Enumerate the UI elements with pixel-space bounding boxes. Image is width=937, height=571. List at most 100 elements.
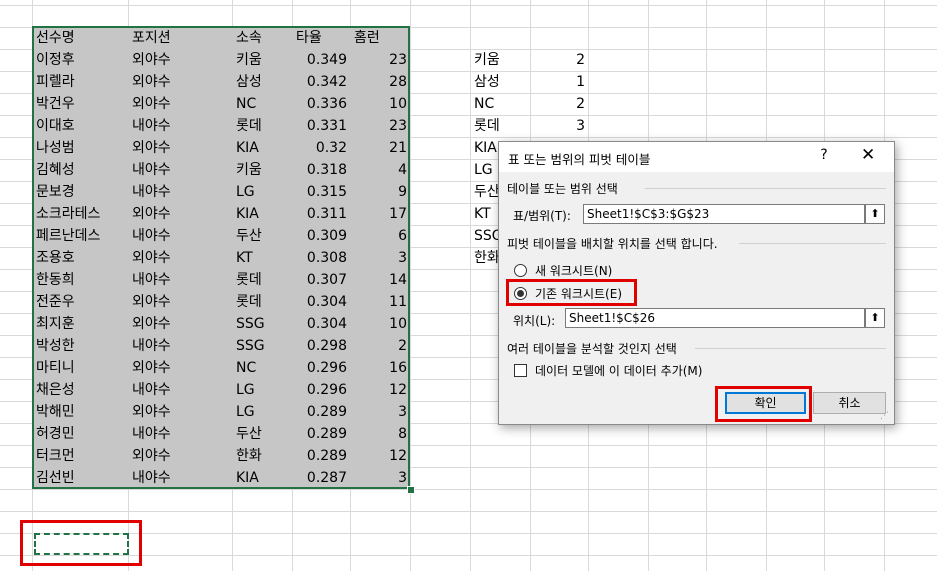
range-input[interactable]: Sheet1!$C$3:$G$23 <box>583 204 865 224</box>
cell-player[interactable]: 채은성 <box>32 379 128 401</box>
cell-team[interactable]: LG <box>232 379 292 401</box>
cell-team[interactable]: 키움 <box>232 49 292 71</box>
cell-avg[interactable]: 0.336 <box>292 93 350 115</box>
cell-player[interactable]: 박성한 <box>32 335 128 357</box>
cell-hr[interactable]: 4 <box>350 159 410 181</box>
cell-position[interactable]: 외야수 <box>128 137 232 159</box>
team-count-cell[interactable]: 1 <box>530 71 588 93</box>
cell-team[interactable]: 한화 <box>232 445 292 467</box>
cell-team[interactable]: 롯데 <box>232 269 292 291</box>
new-worksheet-radio[interactable] <box>514 264 527 277</box>
cell-player[interactable]: 문보경 <box>32 181 128 203</box>
cell-player[interactable]: 이대호 <box>32 115 128 137</box>
cell-hr[interactable]: 28 <box>350 71 410 93</box>
cell-position[interactable]: 외야수 <box>128 203 232 225</box>
data-model-label[interactable]: 데이터 모델에 이 데이터 추가(M) <box>535 362 702 379</box>
cell-hr[interactable]: 3 <box>350 401 410 423</box>
cell-hr[interactable]: 3 <box>350 467 410 489</box>
cell-team[interactable]: LG <box>232 181 292 203</box>
cell-avg[interactable]: 0.309 <box>292 225 350 247</box>
cell-avg[interactable]: 0.289 <box>292 445 350 467</box>
header-cell-team[interactable]: 소속 <box>232 27 292 49</box>
cell-team[interactable]: KT <box>232 247 292 269</box>
cell-position[interactable]: 내야수 <box>128 115 232 137</box>
cell-player[interactable]: 터크먼 <box>32 445 128 467</box>
team-name-cell[interactable]: 삼성 <box>470 71 530 93</box>
cell-player[interactable]: 김혜성 <box>32 159 128 181</box>
cell-position[interactable]: 외야수 <box>128 93 232 115</box>
cell-hr[interactable]: 14 <box>350 269 410 291</box>
cell-hr[interactable]: 10 <box>350 313 410 335</box>
cell-player[interactable]: 나성범 <box>32 137 128 159</box>
team-count-cell[interactable]: 3 <box>530 115 588 137</box>
cell-team[interactable]: 롯데 <box>232 115 292 137</box>
cell-avg[interactable]: 0.287 <box>292 467 350 489</box>
cell-avg[interactable]: 0.304 <box>292 313 350 335</box>
cell-hr[interactable]: 8 <box>350 423 410 445</box>
team-name-cell[interactable]: 키움 <box>470 49 530 71</box>
cell-position[interactable]: 외야수 <box>128 247 232 269</box>
cell-team[interactable]: 키움 <box>232 159 292 181</box>
header-cell-hr[interactable]: 홈런 <box>350 27 410 49</box>
cell-hr[interactable]: 3 <box>350 247 410 269</box>
cell-avg[interactable]: 0.331 <box>292 115 350 137</box>
header-cell-avg[interactable]: 타율 <box>292 27 350 49</box>
cell-avg[interactable]: 0.296 <box>292 357 350 379</box>
cell-team[interactable]: SSG <box>232 335 292 357</box>
cell-position[interactable]: 내야수 <box>128 269 232 291</box>
range-collapse-button[interactable]: ⬆ <box>865 204 885 224</box>
cell-hr[interactable]: 21 <box>350 137 410 159</box>
cell-team[interactable]: KIA <box>232 137 292 159</box>
cell-position[interactable]: 외야수 <box>128 49 232 71</box>
location-collapse-button[interactable]: ⬆ <box>865 308 885 328</box>
cell-avg[interactable]: 0.308 <box>292 247 350 269</box>
cell-position[interactable]: 외야수 <box>128 401 232 423</box>
resize-grip-icon[interactable]: ⋰ <box>880 410 892 422</box>
cell-avg[interactable]: 0.318 <box>292 159 350 181</box>
cell-position[interactable]: 외야수 <box>128 357 232 379</box>
cell-avg[interactable]: 0.307 <box>292 269 350 291</box>
cancel-button[interactable]: 취소 <box>813 392 886 414</box>
cell-player[interactable]: 김선빈 <box>32 467 128 489</box>
cell-player[interactable]: 한동희 <box>32 269 128 291</box>
cell-hr[interactable]: 12 <box>350 445 410 467</box>
cell-avg[interactable]: 0.304 <box>292 291 350 313</box>
cell-player[interactable]: 조용호 <box>32 247 128 269</box>
header-cell-player[interactable]: 선수명 <box>32 27 128 49</box>
cell-team[interactable]: 롯데 <box>232 291 292 313</box>
cell-avg[interactable]: 0.298 <box>292 335 350 357</box>
cell-hr[interactable]: 16 <box>350 357 410 379</box>
help-button[interactable]: ? <box>817 147 831 163</box>
cell-player[interactable]: 최지훈 <box>32 313 128 335</box>
cell-player[interactable]: 전준우 <box>32 291 128 313</box>
existing-worksheet-label[interactable]: 기존 워크시트(E) <box>535 285 622 302</box>
cell-team[interactable]: NC <box>232 357 292 379</box>
existing-worksheet-radio[interactable] <box>514 287 527 300</box>
cell-position[interactable]: 외야수 <box>128 445 232 467</box>
ok-button[interactable]: 확인 <box>725 392 806 414</box>
cell-hr[interactable]: 23 <box>350 49 410 71</box>
cell-position[interactable]: 내야수 <box>128 335 232 357</box>
cell-hr[interactable]: 17 <box>350 203 410 225</box>
location-input[interactable]: Sheet1!$C$26 <box>565 308 865 328</box>
cell-team[interactable]: 삼성 <box>232 71 292 93</box>
cell-position[interactable]: 내야수 <box>128 159 232 181</box>
cell-position[interactable]: 내야수 <box>128 181 232 203</box>
cell-player[interactable]: 페르난데스 <box>32 225 128 247</box>
cell-avg[interactable]: 0.315 <box>292 181 350 203</box>
team-count-cell[interactable]: 2 <box>530 93 588 115</box>
header-cell-position[interactable]: 포지션 <box>128 27 232 49</box>
cell-team[interactable]: LG <box>232 401 292 423</box>
cell-position[interactable]: 내야수 <box>128 467 232 489</box>
cell-avg[interactable]: 0.296 <box>292 379 350 401</box>
cell-position[interactable]: 내야수 <box>128 225 232 247</box>
fill-handle[interactable] <box>407 486 415 494</box>
cell-avg[interactable]: 0.32 <box>292 137 350 159</box>
cell-player[interactable]: 허경민 <box>32 423 128 445</box>
cell-team[interactable]: KIA <box>232 467 292 489</box>
team-name-cell[interactable]: NC <box>470 93 530 115</box>
team-name-cell[interactable]: 롯데 <box>470 115 530 137</box>
cell-position[interactable]: 외야수 <box>128 71 232 93</box>
cell-hr[interactable]: 11 <box>350 291 410 313</box>
new-worksheet-label[interactable]: 새 워크시트(N) <box>535 262 612 279</box>
